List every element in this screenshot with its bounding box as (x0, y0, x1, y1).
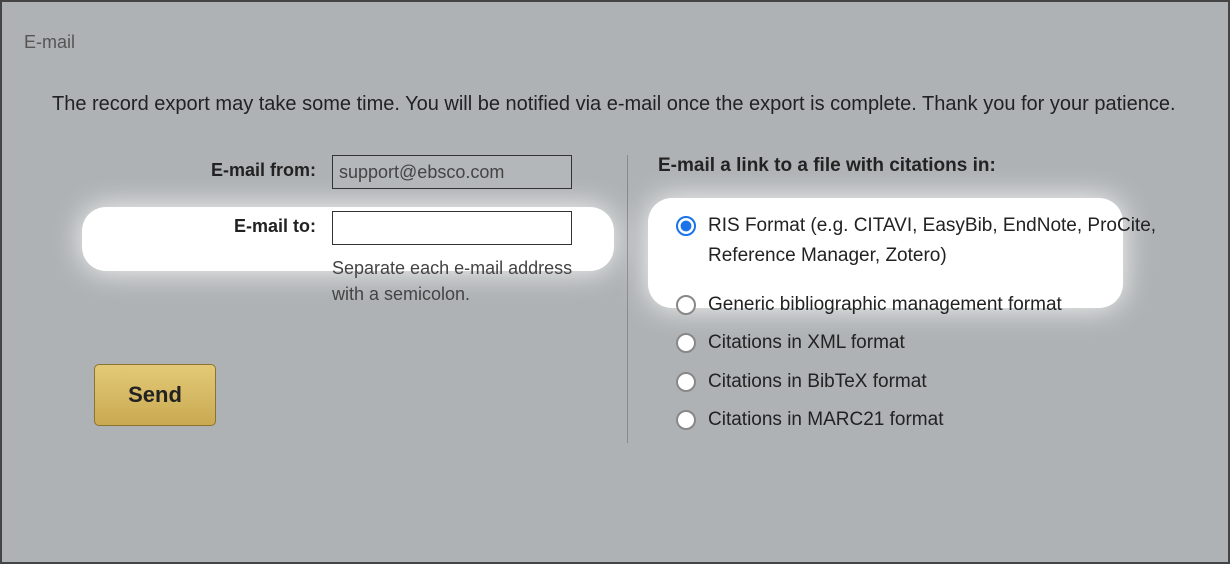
format-option-generic[interactable]: Generic bibliographic management format (676, 290, 1198, 320)
format-option-bibtex[interactable]: Citations in BibTeX format (676, 367, 1198, 397)
format-option-marc21[interactable]: Citations in MARC21 format (676, 405, 1198, 435)
intro-text: The record export may take some time. Yo… (2, 53, 1228, 120)
format-label: Citations in MARC21 format (708, 405, 943, 435)
format-option-xml[interactable]: Citations in XML format (676, 328, 1198, 358)
email-to-help: Separate each e-mail address with a semi… (332, 255, 602, 307)
format-option-ris[interactable]: RIS Format (e.g. CITAVI, EasyBib, EndNot… (676, 211, 1180, 272)
email-to-row: E-mail to: Separate each e-mail address … (92, 211, 602, 307)
format-label: RIS Format (e.g. CITAVI, EasyBib, EndNot… (708, 211, 1180, 272)
section-title: E-mail (2, 2, 1228, 53)
format-list: RIS Format (e.g. CITAVI, EasyBib, EndNot… (658, 201, 1198, 435)
radio-icon (676, 372, 696, 392)
radio-icon (676, 333, 696, 353)
format-label: Citations in XML format (708, 328, 905, 358)
email-from-input (332, 155, 572, 189)
email-export-panel: E-mail The record export may take some t… (0, 0, 1230, 564)
format-label: Generic bibliographic management format (708, 290, 1062, 320)
radio-icon (676, 216, 696, 236)
radio-icon (676, 410, 696, 430)
send-button[interactable]: Send (94, 364, 216, 426)
email-to-input[interactable] (332, 211, 572, 245)
email-to-label: E-mail to: (92, 211, 332, 237)
radio-icon (676, 295, 696, 315)
format-label: Citations in BibTeX format (708, 367, 927, 397)
email-from-row: E-mail from: (92, 155, 602, 189)
formats-heading: E-mail a link to a file with citations i… (658, 155, 1198, 177)
email-from-label: E-mail from: (92, 155, 332, 181)
